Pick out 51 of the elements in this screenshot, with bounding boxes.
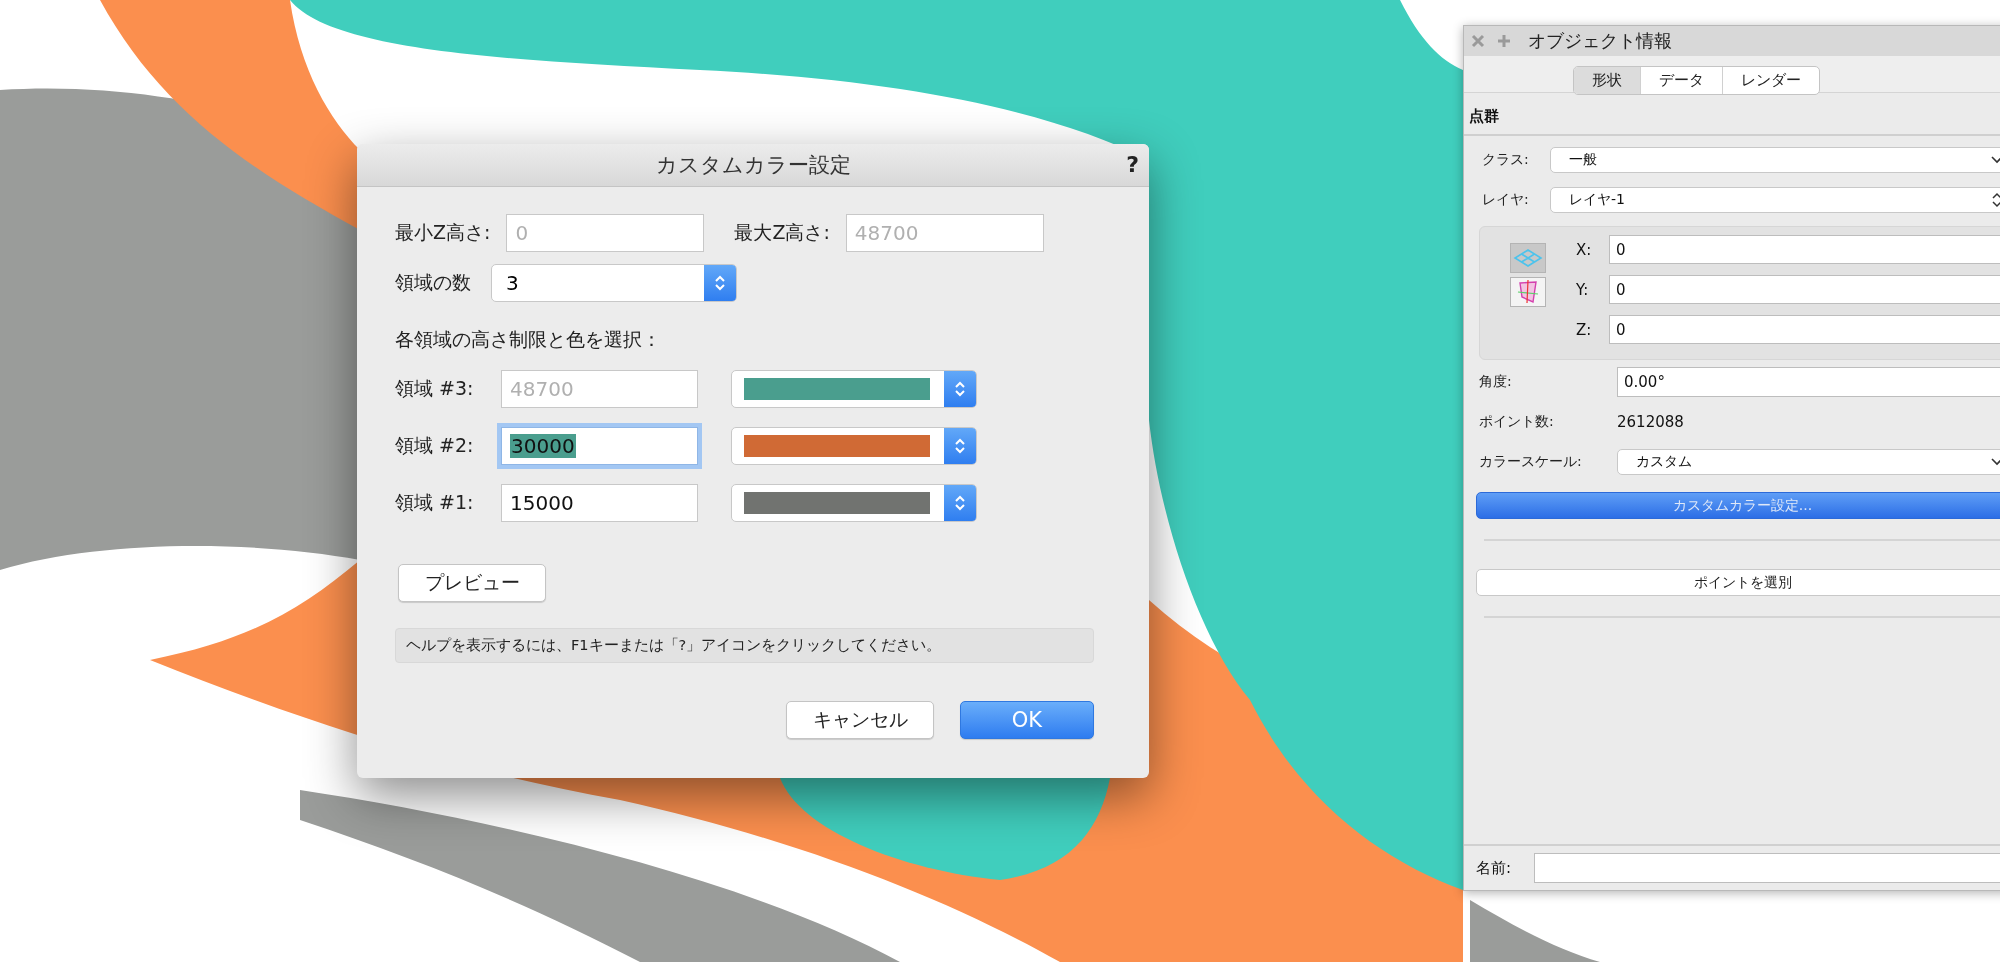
- name-input-field[interactable]: [1534, 853, 2000, 883]
- screen-plane-icon[interactable]: [1510, 277, 1546, 307]
- stepper-icon: [704, 265, 736, 301]
- tab[interactable]: レンダー: [1722, 66, 1819, 94]
- field-label: 領域の数: [395, 270, 471, 295]
- tab[interactable]: 形状: [1574, 66, 1640, 94]
- field-label: 名前:: [1475, 858, 1513, 878]
- class-dropdown[interactable]: 一般: [1550, 147, 2000, 173]
- input-field[interactable]: 0: [1609, 235, 2000, 264]
- dialog-title: カスタムカラー設定: [655, 152, 851, 179]
- color-scale-dropdown[interactable]: カスタム: [1617, 449, 2000, 475]
- field-label: X:: [1576, 240, 1593, 259]
- input-field[interactable]: 0: [1609, 315, 2000, 344]
- field-label: 角度:: [1478, 373, 1513, 391]
- stepper-icon: [944, 428, 976, 464]
- tab[interactable]: データ: [1640, 66, 1722, 94]
- help-button[interactable]: ?: [1126, 152, 1139, 177]
- point-count-value: 2612088: [1617, 413, 1684, 431]
- cancel-button[interactable]: キャンセル: [786, 701, 934, 739]
- field-label: Z:: [1576, 320, 1593, 339]
- stepper-icon: [1990, 191, 2000, 209]
- select-points-button[interactable]: ポイントを選別: [1476, 569, 2000, 596]
- field-label: 領域 #1:: [395, 490, 475, 515]
- field-label: ポイント数:: [1478, 413, 1555, 431]
- field-label: カラースケール:: [1478, 453, 1583, 471]
- plus-icon[interactable]: [1496, 33, 1512, 49]
- color-dropdown[interactable]: [731, 370, 977, 408]
- chevron-down-icon: [1990, 156, 2000, 164]
- chevron-down-icon: [1990, 458, 2000, 466]
- stepper-icon: [944, 371, 976, 407]
- layer-dropdown[interactable]: レイヤ-1: [1550, 187, 2000, 213]
- field-label: 領域 #3:: [395, 376, 475, 401]
- field-label: Y:: [1576, 280, 1590, 299]
- input-field[interactable]: 15000: [501, 484, 698, 522]
- instruction-text: 各領域の高さ制限と色を選択：: [395, 327, 662, 352]
- help-text: ヘルプを表示するには、F1キーまたは「?」アイコンをクリックしてください。: [395, 628, 1094, 663]
- input-field[interactable]: 0.00°: [1617, 367, 2000, 397]
- field-label: 最大Z高さ:: [734, 220, 830, 245]
- region-count-dropdown[interactable]: 3: [491, 264, 737, 302]
- field-label: 領域 #2:: [395, 433, 475, 458]
- section-title: 点群: [1464, 93, 2000, 136]
- close-icon[interactable]: [1470, 33, 1486, 49]
- panel-title: オブジェクト情報: [1528, 29, 1672, 53]
- stepper-icon: [944, 485, 976, 521]
- field-label: レイヤ:: [1481, 191, 1530, 209]
- field-label: クラス:: [1481, 151, 1530, 169]
- color-dropdown[interactable]: [731, 484, 977, 522]
- input-field[interactable]: 0: [1609, 275, 2000, 304]
- color-dropdown[interactable]: [731, 427, 977, 465]
- field-label: 最小Z高さ:: [395, 220, 491, 245]
- preview-button[interactable]: プレビュー: [398, 564, 546, 602]
